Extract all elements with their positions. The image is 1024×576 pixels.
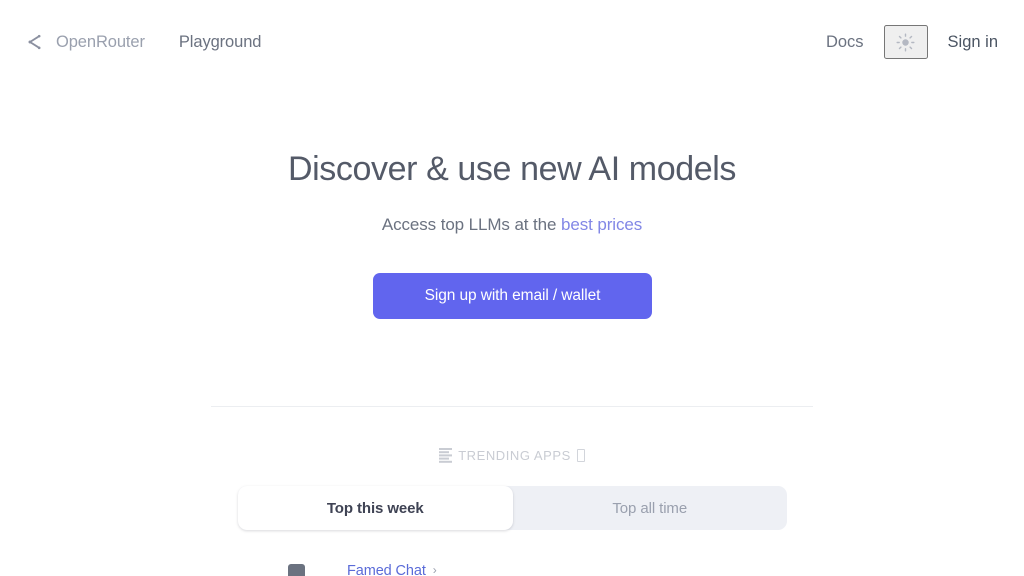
tab-top-this-week[interactable]: Top this week <box>238 486 513 530</box>
section-divider <box>211 406 813 407</box>
page-title: Discover & use new AI models <box>288 150 736 188</box>
header-right-group: Docs Sign in <box>826 25 1024 59</box>
hero-subtitle-text: Access top LLMs at the <box>381 215 561 234</box>
brand-name: OpenRouter <box>56 32 145 51</box>
nav-item-playground[interactable]: Playground <box>179 33 262 52</box>
missing-glyph-box-icon <box>576 449 585 462</box>
bar-chart-icon <box>439 448 453 463</box>
app-list-item[interactable]: Famed Chat › <box>288 563 708 576</box>
signup-button[interactable]: Sign up with email / wallet <box>373 273 652 319</box>
trending-apps-text: TRENDING APPS <box>458 448 571 463</box>
best-prices-link[interactable]: best prices <box>561 215 642 234</box>
sign-in-link[interactable]: Sign in <box>948 33 998 52</box>
theme-toggle-button[interactable] <box>883 25 928 59</box>
hero-subtitle: Access top LLMs at the best prices <box>0 215 1024 235</box>
app-name[interactable]: Famed Chat <box>347 563 426 576</box>
trending-tab-switcher: Top this week Top all time <box>238 486 787 530</box>
nav-item-docs[interactable]: Docs <box>826 33 864 52</box>
site-header: OpenRouter Playground Docs Sign in <box>0 0 1024 84</box>
header-left-group: OpenRouter Playground <box>0 32 261 52</box>
chevron-right-icon: › <box>432 563 437 576</box>
brand-logo-link[interactable]: OpenRouter <box>25 32 145 52</box>
sun-icon <box>896 32 915 52</box>
app-favicon-icon <box>288 564 305 576</box>
trending-apps-label: TRENDING APPS <box>0 448 1024 463</box>
tab-top-all-time[interactable]: Top all time <box>513 486 788 530</box>
share-network-icon <box>25 32 45 52</box>
